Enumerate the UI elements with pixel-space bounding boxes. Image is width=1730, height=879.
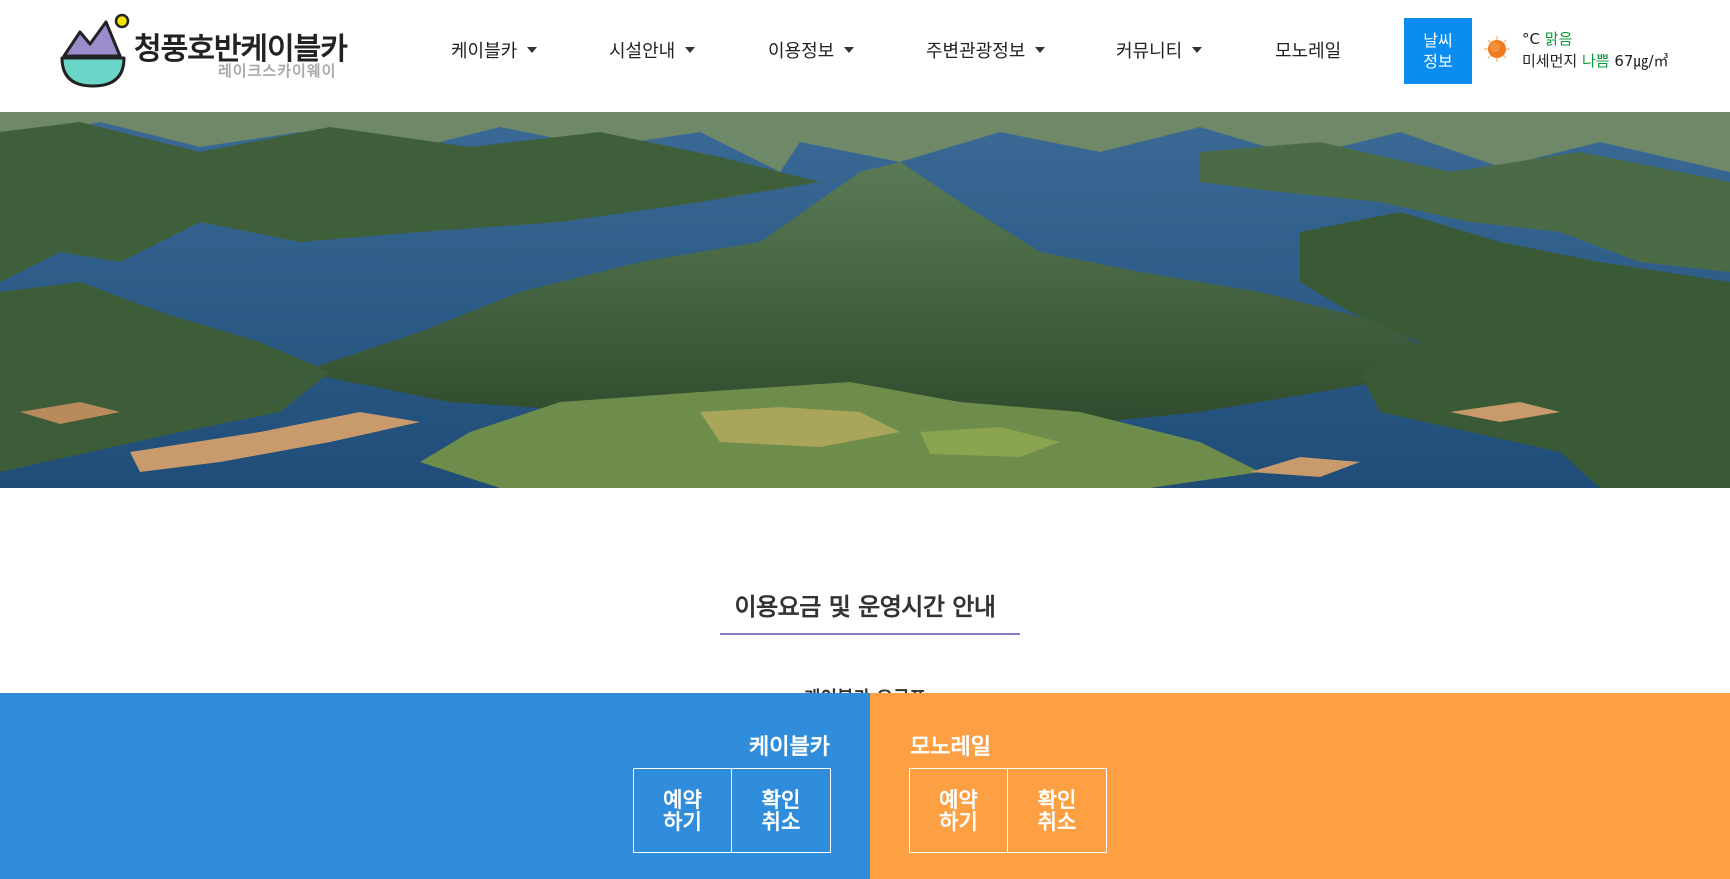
nav-item-label: 시설안내 bbox=[609, 41, 676, 62]
logo-mountain-icon bbox=[60, 13, 130, 88]
nav-item-usage-info[interactable]: 이용정보 bbox=[768, 37, 855, 63]
logo-subtitle: 레이크스카이웨이 bbox=[218, 62, 337, 80]
weather-condition-line: °C 맑음 bbox=[1522, 28, 1669, 50]
weather-button-line1: 날씨 bbox=[1423, 31, 1453, 50]
nav-item-label: 케이블카 bbox=[451, 41, 518, 62]
monorail-panel: 모노레일 예약 하기 확인 취소 bbox=[870, 693, 1730, 879]
monorail-reserve-button[interactable]: 예약 하기 bbox=[909, 768, 1008, 853]
caret-down-icon bbox=[844, 47, 855, 53]
cablecar-panel: 케이블카 예약 하기 확인 취소 bbox=[0, 693, 870, 879]
nav-item-tourism[interactable]: 주변관광정보 bbox=[926, 37, 1046, 63]
nav-item-monorail[interactable]: 모노레일 bbox=[1275, 37, 1341, 63]
caret-down-icon bbox=[685, 47, 696, 53]
site-logo[interactable]: 청풍호반케이블카 레이크스카이웨이 bbox=[60, 10, 360, 90]
monorail-button-group: 예약 하기 확인 취소 bbox=[909, 768, 1107, 853]
monorail-panel-title: 모노레일 bbox=[910, 735, 991, 760]
caret-down-icon bbox=[1035, 47, 1046, 53]
monorail-check-cancel-button[interactable]: 확인 취소 bbox=[1008, 768, 1107, 853]
sun-icon bbox=[1484, 36, 1510, 62]
cablecar-panel-title: 케이블카 bbox=[749, 735, 830, 760]
site-header: 청풍호반케이블카 레이크스카이웨이 케이블카 시설안내 이용정보 주변관광정보 … bbox=[0, 0, 1730, 112]
weather-condition: 맑음 bbox=[1544, 30, 1573, 48]
caret-down-icon bbox=[1192, 47, 1203, 53]
nav-item-facilities[interactable]: 시설안내 bbox=[609, 37, 696, 63]
nav-item-label: 주변관광정보 bbox=[926, 41, 1026, 62]
weather-info-button[interactable]: 날씨 정보 bbox=[1404, 18, 1472, 84]
caret-down-icon bbox=[527, 47, 538, 53]
cablecar-button-group: 예약 하기 확인 취소 bbox=[633, 768, 831, 853]
nav-item-community[interactable]: 커뮤니티 bbox=[1116, 37, 1203, 63]
section-title: 이용요금 및 운영시간 안내 bbox=[734, 593, 996, 621]
cablecar-check-cancel-button[interactable]: 확인 취소 bbox=[732, 768, 831, 853]
quick-reservation-bar: 케이블카 예약 하기 확인 취소 모노레일 예약 하기 확인 취소 bbox=[0, 693, 1730, 879]
weather-summary: °C 맑음 미세먼지 나쁨 67㎍/㎥ bbox=[1522, 28, 1669, 72]
fine-dust-value: 67㎍/㎥ bbox=[1614, 52, 1669, 70]
fine-dust-label: 미세먼지 bbox=[1522, 52, 1578, 70]
nav-item-label: 커뮤니티 bbox=[1116, 41, 1183, 62]
weather-button-line2: 정보 bbox=[1423, 52, 1453, 71]
fine-dust-status: 나쁨 bbox=[1581, 52, 1610, 70]
cablecar-reserve-button[interactable]: 예약 하기 bbox=[633, 768, 732, 853]
nav-item-label: 모노레일 bbox=[1275, 41, 1342, 62]
hero-banner-image bbox=[0, 112, 1730, 488]
nav-item-cablecar[interactable]: 케이블카 bbox=[451, 37, 538, 63]
fine-dust-line: 미세먼지 나쁨 67㎍/㎥ bbox=[1522, 50, 1669, 72]
temperature-unit: °C bbox=[1522, 30, 1540, 48]
lake-landscape-image bbox=[0, 112, 1730, 488]
nav-item-label: 이용정보 bbox=[768, 41, 835, 62]
title-underline bbox=[720, 633, 1020, 635]
